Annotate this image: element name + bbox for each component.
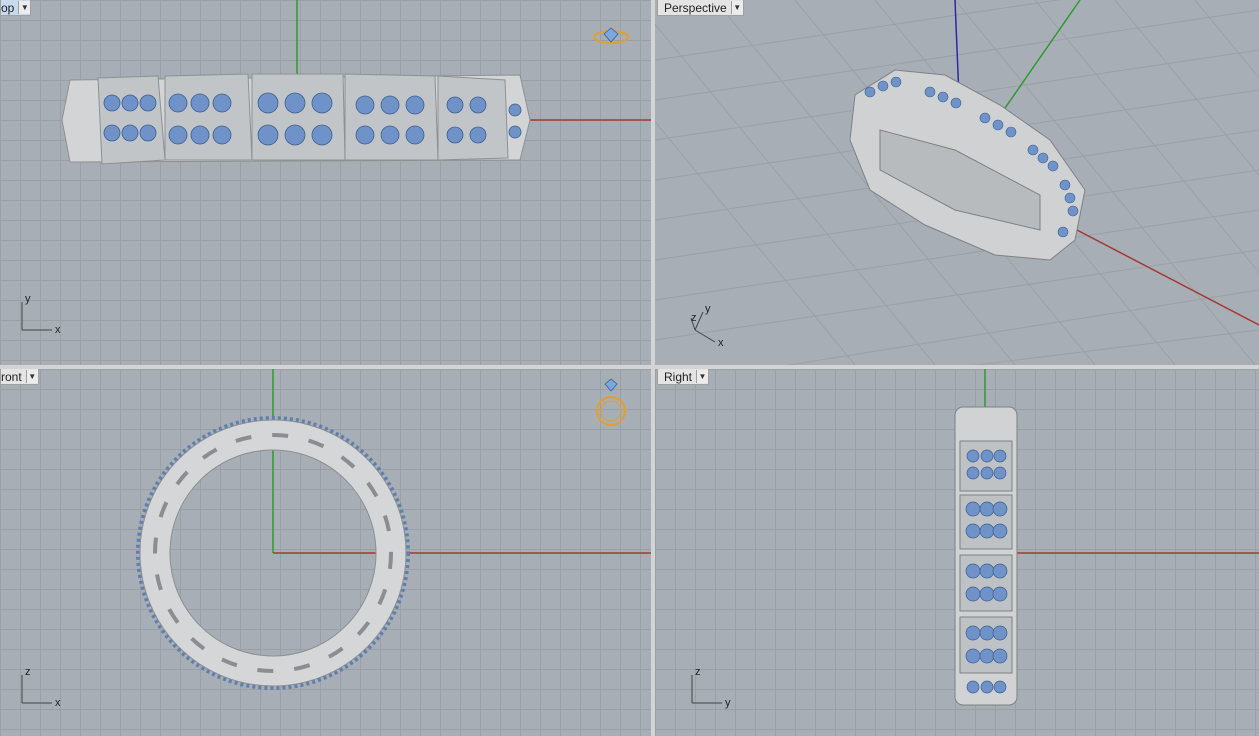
chevron-down-icon[interactable]: ▼ [696, 370, 709, 383]
viewport-title-text: Perspective [664, 0, 727, 15]
axis-triad-perspective: x y z [690, 303, 724, 349]
chevron-down-icon[interactable]: ▼ [18, 1, 31, 14]
viewport-title-front[interactable]: ront ▼ [0, 369, 39, 385]
front-view-canvas[interactable]: x z [0, 369, 651, 736]
ring-front-view-icon[interactable] [596, 378, 626, 426]
axis-label-z: z [691, 312, 697, 324]
axis-label-x: x [55, 697, 61, 709]
ring-band-perspective[interactable] [849, 69, 1086, 261]
axis-triad-front: x z [21, 666, 61, 709]
viewport-title-top[interactable]: op ▼ [0, 0, 32, 16]
right-view-canvas[interactable]: y z [655, 369, 1259, 736]
axis-label-x: x [718, 337, 724, 349]
top-view-canvas[interactable]: x y [0, 0, 651, 365]
ring-band-top[interactable] [61, 73, 531, 165]
viewport-title-text: Right [664, 369, 693, 384]
ring-band-right[interactable] [954, 406, 1018, 706]
axis-label-y: y [725, 697, 731, 709]
axis-triad-right: y z [691, 666, 731, 709]
axis-label-x: x [55, 324, 61, 336]
axis-label-y: y [25, 293, 31, 305]
ring-top-view-icon[interactable] [593, 27, 629, 44]
axis-label-y: y [705, 303, 711, 315]
chevron-down-icon[interactable]: ▼ [25, 370, 38, 383]
viewport-title-right[interactable]: Right ▼ [657, 369, 710, 385]
viewport-perspective[interactable]: x y z Perspective ▼ [655, 0, 1259, 365]
viewport-front[interactable]: x z ront ▼ [0, 369, 651, 736]
viewport-right[interactable]: y z Right ▼ [655, 369, 1259, 736]
chevron-down-icon[interactable]: ▼ [730, 1, 743, 14]
viewport-top[interactable]: x y op ▼ [0, 0, 651, 365]
viewport-title-text: op [1, 0, 15, 15]
axis-triad-top: x y [21, 293, 61, 336]
viewport-title-text: ront [1, 369, 22, 384]
perspective-view-canvas[interactable]: x y z [655, 0, 1259, 365]
viewport-title-perspective[interactable]: Perspective ▼ [657, 0, 744, 16]
axis-label-z: z [695, 666, 701, 678]
viewport-splitter-horizontal[interactable] [0, 365, 1259, 369]
axis-label-z: z [25, 666, 31, 678]
